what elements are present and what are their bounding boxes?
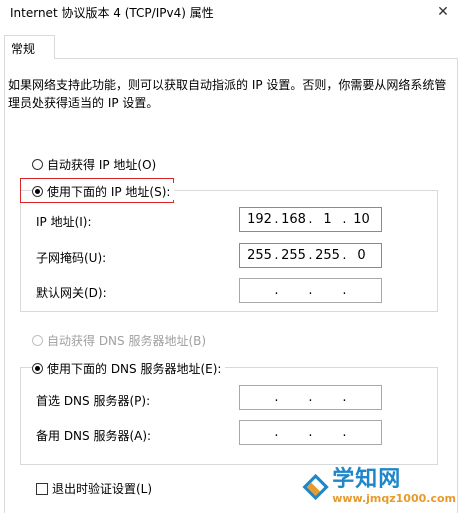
- separator: .: [308, 248, 313, 263]
- alternate-dns-input[interactable]: . . .: [239, 420, 382, 445]
- manual-ip-radio[interactable]: [32, 186, 43, 197]
- separator: .: [274, 283, 279, 298]
- title-bar: Internet 协议版本 4 (TCP/IPv4) 属性 ✕: [0, 0, 460, 30]
- separator: .: [274, 248, 279, 263]
- separator: .: [342, 248, 347, 263]
- mask-octet-4: 0: [357, 248, 366, 263]
- tab-general[interactable]: 常规: [4, 35, 55, 59]
- separator: .: [274, 390, 279, 405]
- auto-dns-radio: [32, 335, 43, 346]
- watermark: 学知网 www.jmqz1000.com: [301, 464, 456, 509]
- default-gateway-label: 默认网关(D):: [36, 286, 107, 300]
- tcpip-properties-dialog: Internet 协议版本 4 (TCP/IPv4) 属性 ✕ 常规 如果网络支…: [0, 0, 460, 513]
- auto-ip-option[interactable]: 自动获得 IP 地址(O): [32, 156, 161, 173]
- validate-on-exit-option[interactable]: 退出时验证设置(L): [36, 480, 152, 497]
- validate-on-exit-checkbox[interactable]: [36, 482, 48, 495]
- window-title: Internet 协议版本 4 (TCP/IPv4) 属性: [10, 6, 214, 20]
- separator: .: [342, 212, 347, 227]
- preferred-dns-label: 首选 DNS 服务器(P):: [36, 394, 151, 408]
- mask-octet-3: 255: [315, 248, 340, 263]
- manual-ip-label: 使用下面的 IP 地址(S):: [47, 185, 171, 199]
- manual-dns-radio[interactable]: [32, 363, 43, 374]
- auto-dns-option: 自动获得 DNS 服务器地址(B): [32, 332, 211, 349]
- separator: .: [274, 425, 279, 440]
- default-gateway-input[interactable]: . . .: [239, 278, 382, 303]
- separator: .: [308, 425, 313, 440]
- ip-octet-1: 192: [247, 212, 272, 227]
- separator: .: [342, 425, 347, 440]
- watermark-brand: 学知网: [332, 466, 402, 492]
- validate-on-exit-label: 退出时验证设置(L): [52, 482, 153, 496]
- subnet-mask-input[interactable]: 255 . 255 . 255 . 0: [239, 243, 382, 268]
- separator: .: [308, 212, 313, 227]
- manual-ip-option[interactable]: 使用下面的 IP 地址(S):: [32, 183, 175, 200]
- auto-ip-radio[interactable]: [32, 159, 43, 170]
- dns-settings-group: [20, 367, 438, 465]
- auto-ip-label: 自动获得 IP 地址(O): [47, 158, 157, 172]
- tab-general-label: 常规: [11, 42, 36, 56]
- watermark-logo-icon: [302, 473, 329, 500]
- close-icon: ✕: [437, 4, 449, 20]
- separator: .: [342, 390, 347, 405]
- watermark-site: www.jmqz1000.com: [332, 491, 456, 505]
- separator: .: [308, 390, 313, 405]
- ip-octet-3: 1: [323, 212, 332, 227]
- preferred-dns-input[interactable]: . . .: [239, 385, 382, 410]
- close-button[interactable]: ✕: [432, 2, 454, 22]
- manual-dns-label: 使用下面的 DNS 服务器地址(E):: [47, 362, 222, 376]
- separator: .: [308, 283, 313, 298]
- mask-octet-2: 255: [281, 248, 306, 263]
- subnet-mask-label: 子网掩码(U):: [36, 251, 107, 265]
- ip-address-input[interactable]: 192 . 168 . 1 . 10: [239, 207, 382, 232]
- mask-octet-1: 255: [247, 248, 272, 263]
- separator: .: [342, 283, 347, 298]
- alternate-dns-label: 备用 DNS 服务器(A):: [36, 429, 152, 443]
- ip-octet-2: 168: [281, 212, 306, 227]
- description-text: 如果网络支持此功能，则可以获取自动指派的 IP 设置。否则，你需要从网络系统管理…: [8, 78, 447, 110]
- separator: .: [274, 212, 279, 227]
- ip-address-label: IP 地址(I):: [36, 215, 92, 229]
- auto-dns-label: 自动获得 DNS 服务器地址(B): [47, 334, 207, 348]
- manual-dns-option[interactable]: 使用下面的 DNS 服务器地址(E):: [32, 360, 226, 377]
- ip-octet-4: 10: [353, 212, 370, 227]
